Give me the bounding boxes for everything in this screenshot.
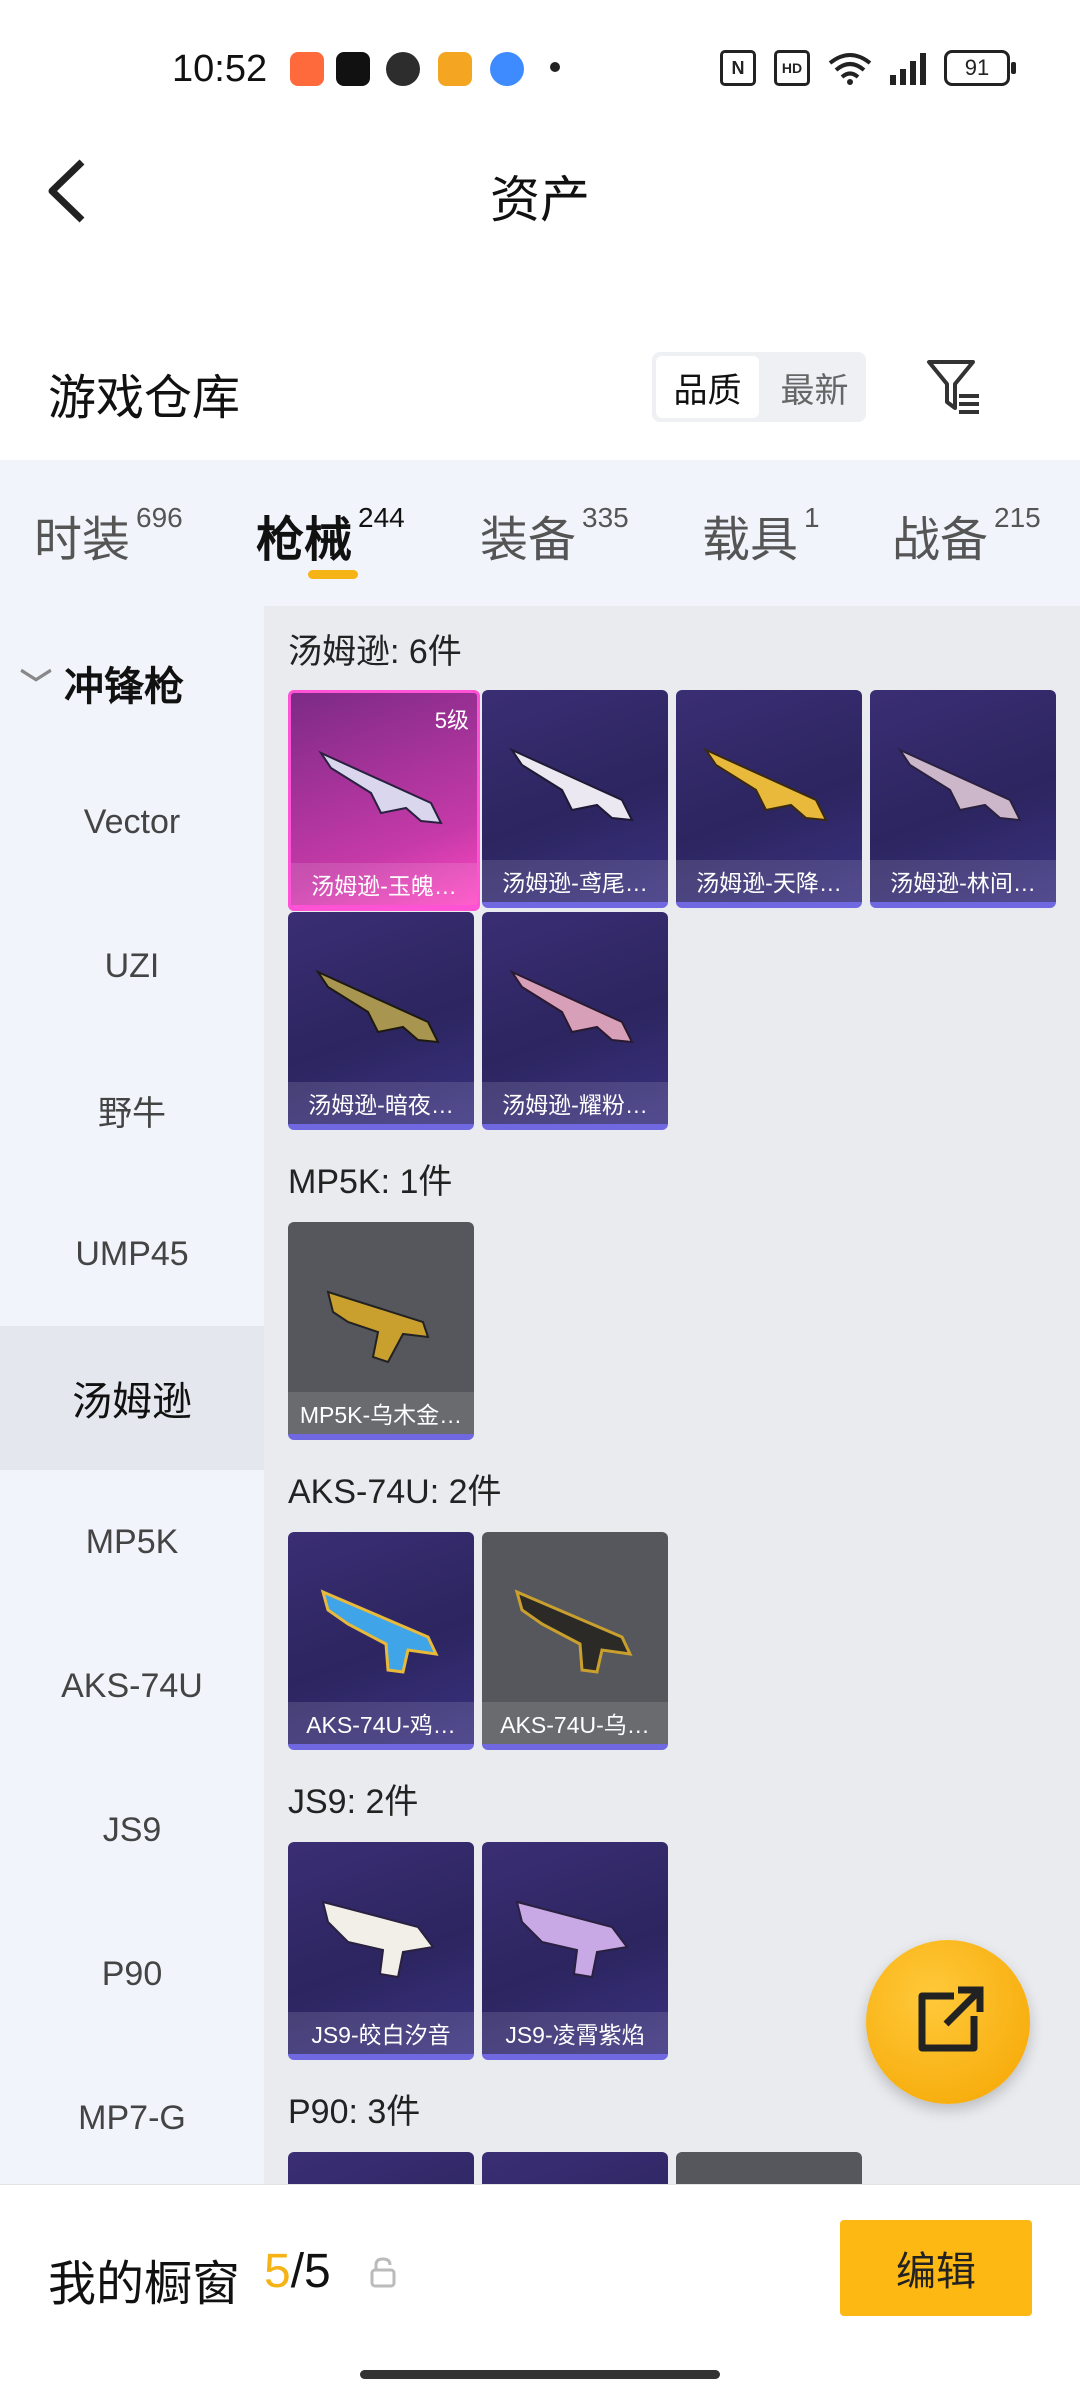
sidebar-item-thompson[interactable]: 汤姆逊 <box>0 1326 264 1470</box>
sidebar-item-aks74u[interactable]: AKS-74U <box>0 1614 264 1758</box>
sort-segmented-control: 品质 最新 <box>652 352 866 422</box>
browser-icon <box>490 52 524 86</box>
nfc-icon: N <box>720 50 756 86</box>
skin-card[interactable]: AKS-74U-乌… <box>482 1532 668 1750</box>
sidebar-item-mp5k[interactable]: MP5K <box>0 1470 264 1614</box>
gun-image <box>703 747 828 822</box>
skin-name: AKS-74U-乌… <box>482 1702 668 1744</box>
page-title: 资产 <box>490 172 590 228</box>
gun-image <box>315 969 440 1044</box>
warehouse-title: 游戏仓库 <box>48 372 241 425</box>
skin-name: AKS-74U-鸡… <box>288 1702 474 1744</box>
skin-card[interactable]: 汤姆逊-耀粉… <box>482 912 668 1130</box>
group-title-thompson: 汤姆逊: 6件 <box>288 633 462 671</box>
tab-equipment[interactable]: 装备 335 <box>480 500 629 570</box>
skin-card[interactable]: 汤姆逊-天降… <box>676 690 862 908</box>
status-bar: 10:52 N HD 91 <box>0 0 1080 140</box>
tab-guns[interactable]: 枪械 244 <box>256 500 405 570</box>
gun-image <box>326 1290 430 1364</box>
skin-card[interactable]: JS9-凌霄紫焰 <box>482 1842 668 2060</box>
gun-image <box>509 969 634 1044</box>
category-tabs: 时装 696 枪械 244 装备 335 载具 1 战备 215 <box>0 460 1080 606</box>
gun-image <box>320 1589 439 1674</box>
gun-image <box>515 1900 629 1979</box>
skin-card[interactable]: 汤姆逊-暗夜… <box>288 912 474 1130</box>
share-icon <box>918 1986 984 2052</box>
sidebar-item-p90[interactable]: P90 <box>0 1902 264 2046</box>
sidebar-item-vector[interactable]: Vector <box>0 750 264 894</box>
edit-button[interactable]: 编辑 <box>840 2220 1032 2316</box>
skin-name: 汤姆逊-天降… <box>676 860 862 902</box>
status-time: 10:52 <box>172 48 268 90</box>
signal-icon <box>890 51 926 85</box>
sidebar-item-bison[interactable]: 野牛 <box>0 1038 264 1182</box>
level-badge: 5级 <box>434 708 469 733</box>
skin-name: 汤姆逊-暗夜… <box>288 1082 474 1124</box>
group-title-aks74u: AKS-74U: 2件 <box>288 1473 502 1511</box>
sort-newest-option[interactable]: 最新 <box>763 352 866 422</box>
tab-vehicles[interactable]: 载具 1 <box>702 500 820 570</box>
tiktok-icon <box>336 52 370 86</box>
weapon-sidebar: ﹀ 冲锋枪 Vector UZI 野牛 UMP45 汤姆逊 MP5K AKS-74… <box>0 606 264 2186</box>
skin-card-partial[interactable] <box>676 2152 862 2186</box>
lock-icon <box>370 2257 396 2288</box>
group-title-p90: P90: 3件 <box>288 2093 421 2131</box>
sidebar-item-uzi[interactable]: UZI <box>0 894 264 1038</box>
skin-name: 汤姆逊-鸢尾… <box>482 860 668 902</box>
skin-card[interactable]: 汤姆逊-鸢尾… <box>482 690 668 908</box>
gun-image <box>321 1900 435 1979</box>
share-fab-button[interactable] <box>866 1940 1030 2104</box>
sidebar-item-ump45[interactable]: UMP45 <box>0 1182 264 1326</box>
skin-card-partial[interactable] <box>288 2152 474 2186</box>
wifi-icon <box>828 53 872 85</box>
wallet-icon <box>438 52 472 86</box>
skin-card[interactable]: AKS-74U-鸡… <box>288 1532 474 1750</box>
skin-name: 汤姆逊-玉魄… <box>291 863 477 905</box>
sidebar-item-mp7g[interactable]: MP7-G <box>0 2046 264 2190</box>
skin-card-partial[interactable] <box>482 2152 668 2186</box>
tab-combat-gear[interactable]: 战备 215 <box>892 500 1041 570</box>
gun-image <box>897 747 1022 822</box>
showcase-label: 我的橱窗 <box>48 2258 241 2311</box>
sidebar-category-smg[interactable]: ﹀ 冲锋枪 <box>20 654 184 712</box>
skin-name: JS9-皎白汐音 <box>288 2012 474 2054</box>
skin-card[interactable]: 5级 汤姆逊-玉魄… <box>288 690 480 911</box>
chevron-down-icon: ﹀ <box>20 667 53 703</box>
sidebar-item-js9[interactable]: JS9 <box>0 1758 264 1902</box>
group-title-js9: JS9: 2件 <box>288 1783 419 1821</box>
gun-image <box>318 750 443 825</box>
showcase-count: 5/5 <box>264 2245 331 2298</box>
home-indicator[interactable] <box>360 2370 720 2379</box>
skin-card[interactable]: MP5K-乌木金… <box>288 1222 474 1440</box>
battery-icon: 91 <box>944 50 1016 86</box>
skin-name: JS9-凌霄紫焰 <box>482 2012 668 2054</box>
app-notification-icon <box>290 52 324 86</box>
skin-card[interactable]: JS9-皎白汐音 <box>288 1842 474 2060</box>
more-notifications-dot <box>550 62 560 72</box>
skin-card[interactable]: 汤姆逊-林间… <box>870 690 1056 908</box>
skin-name: 汤姆逊-耀粉… <box>482 1082 668 1124</box>
group-title-mp5k: MP5K: 1件 <box>288 1163 453 1201</box>
sort-quality-option[interactable]: 品质 <box>656 356 759 418</box>
filter-icon[interactable] <box>925 358 981 414</box>
gun-image <box>514 1589 633 1674</box>
tab-fashion[interactable]: 时装 696 <box>34 500 183 570</box>
hd-icon: HD <box>774 50 810 86</box>
gun-image <box>509 747 634 822</box>
active-tab-indicator <box>308 570 358 579</box>
skin-name: MP5K-乌木金… <box>288 1392 474 1434</box>
wechat-icon <box>386 52 420 86</box>
skin-name: 汤姆逊-林间… <box>870 860 1056 902</box>
